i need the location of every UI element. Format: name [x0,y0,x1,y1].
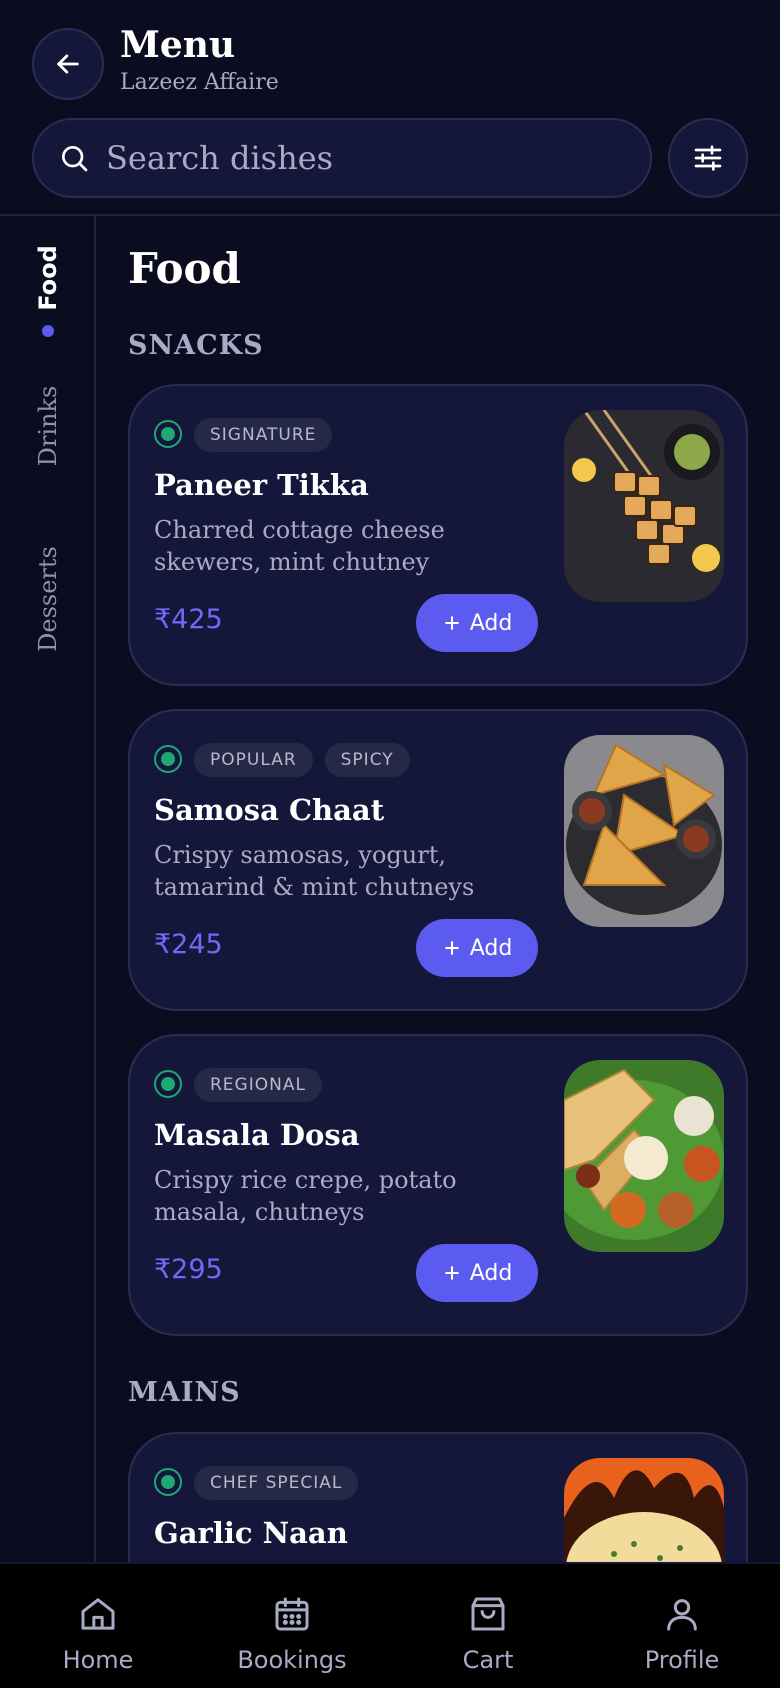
dish-price: ₹245 [154,929,223,960]
category-rail: Food Drinks Desserts [0,216,96,1562]
veg-indicator-icon [154,1070,182,1098]
dish-price: ₹295 [154,1254,223,1285]
add-to-cart-button[interactable]: Add [416,919,538,977]
plus-icon [444,1266,459,1280]
veg-indicator-icon [154,1468,182,1496]
dish-image-garlic-naan [564,1458,724,1562]
nav-item-cart[interactable]: Cart [408,1564,568,1688]
nav-label: Profile [644,1646,720,1674]
calendar-icon [275,1597,309,1631]
home-icon [81,1598,115,1630]
tag-badge: REGIONAL [194,1068,322,1102]
dish-price: ₹425 [154,604,223,635]
menu-item-card[interactable]: REGIONAL Masala Dosa Crispy rice crepe, … [128,1034,748,1336]
nav-item-home[interactable]: Home [18,1564,178,1688]
dish-image-paneer-tikka [564,410,724,602]
add-button-label: Add [469,1260,513,1286]
rail-item-desserts[interactable]: Desserts [34,546,62,652]
dish-name: Garlic Naan [154,1516,348,1550]
plus-icon [444,941,459,955]
dish-description: Crispy samosas, yogurt, tamarind & mint … [154,841,475,901]
menu-item-card[interactable]: POPULAR SPICY Samosa Chaat Crispy samosa… [128,709,748,1011]
add-button-label: Add [469,935,513,961]
rail-item-food[interactable]: Food [34,245,62,311]
search-bar[interactable] [32,118,652,198]
veg-indicator-icon [154,745,182,773]
top-app-bar: Menu Lazeez Affaire [0,0,780,216]
group-title-mains: MAINS [128,1377,241,1408]
nav-label: Cart [462,1646,514,1674]
rail-item-drinks[interactable]: Drinks [34,386,62,467]
dish-name: Samosa Chaat [154,793,385,827]
restaurant-name: Lazeez Affaire [120,70,279,95]
dish-description: Crispy rice crepe, potato masala, chutne… [154,1166,457,1226]
tag-badge: SIGNATURE [194,418,333,452]
add-button-label: Add [469,610,513,636]
add-to-cart-button[interactable]: Add [416,594,538,652]
group-title-snacks: SNACKS [128,330,264,361]
dish-name: Masala Dosa [154,1118,360,1152]
menu-content[interactable]: Food SNACKS SIGNATURE Paneer Tikka Charr… [96,218,780,1562]
dish-description: Charred cottage cheese skewers, mint chu… [154,516,445,576]
page-title: Menu [120,24,236,66]
add-to-cart-button[interactable]: Add [416,1244,538,1302]
back-button[interactable] [32,28,104,100]
sliders-icon [694,145,722,171]
dish-name: Paneer Tikka [154,468,369,502]
veg-indicator-icon [154,420,182,448]
section-title: Food [128,244,241,293]
menu-item-card[interactable]: CHEF SPECIAL Garlic Naan [128,1432,748,1562]
dish-image-samosa-chaat [564,735,724,927]
nav-item-profile[interactable]: Profile [602,1564,762,1688]
nav-item-bookings[interactable]: Bookings [212,1564,372,1688]
tag-badge: CHEF SPECIAL [194,1466,359,1500]
nav-label: Bookings [237,1646,347,1674]
filter-button[interactable] [668,118,748,198]
nav-label: Home [62,1646,134,1674]
arrow-left-icon [57,54,79,74]
menu-item-card[interactable]: SIGNATURE Paneer Tikka Charred cottage c… [128,384,748,686]
dish-image-masala-dosa [564,1060,724,1252]
tag-badge: SPICY [324,743,410,777]
user-icon [667,1599,697,1631]
search-input[interactable] [106,139,606,177]
active-indicator-dot [42,325,54,337]
bottom-navigation: Home Bookings Cart Profile [0,1562,780,1688]
plus-icon [444,616,459,630]
search-icon [62,146,88,172]
shopping-bag-icon [471,1597,505,1631]
tag-badge: POPULAR [194,743,313,777]
